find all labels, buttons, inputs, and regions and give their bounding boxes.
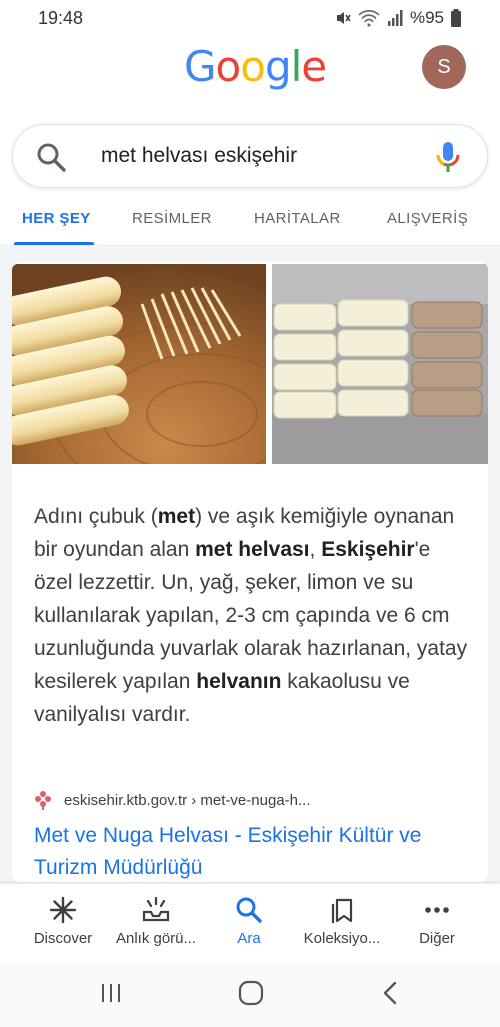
google-logo[interactable]: Google: [184, 42, 327, 91]
snippet-image-left[interactable]: [12, 264, 266, 464]
snippet-highlight: met helvası: [195, 538, 310, 561]
battery-icon: [451, 9, 461, 27]
snippet-segment: ,: [309, 538, 322, 561]
avatar[interactable]: S: [422, 45, 466, 89]
logo-letter: g: [264, 42, 292, 91]
status-icons: %95: [334, 8, 462, 28]
logo-letter: e: [301, 42, 327, 91]
nav-updates[interactable]: Anlık görü...: [106, 896, 206, 947]
system-navigation-bar: [0, 962, 500, 1027]
home-icon[interactable]: [238, 980, 264, 1006]
result-url: eskisehir.ktb.gov.tr › met-ve-nuga-h...: [64, 791, 311, 809]
result-source[interactable]: eskisehir.ktb.gov.tr › met-ve-nuga-h...: [34, 790, 310, 810]
nav-more-label: Diğer: [419, 930, 455, 947]
nav-search-label: Ara: [237, 930, 261, 947]
logo-letter: o: [215, 42, 242, 91]
avatar-letter: S: [437, 55, 451, 78]
snippet-image-right[interactable]: [272, 264, 488, 464]
nav-collections[interactable]: Koleksiyo...: [292, 896, 392, 947]
tab-resimler[interactable]: RESİMLER: [132, 210, 212, 227]
asterisk-icon: [49, 896, 77, 924]
nav-search[interactable]: Ara: [199, 896, 299, 947]
battery-level: %95: [409, 8, 444, 27]
recent-apps-icon[interactable]: [100, 982, 122, 1004]
logo-letter: o: [240, 42, 266, 91]
search-tabs: HER ŞEY RESİMLER HARİTALAR ALIŞVERİŞ: [0, 200, 500, 246]
snippet-highlight: met: [157, 505, 196, 528]
status-time: 19:48: [38, 7, 84, 28]
active-tab-indicator: [14, 242, 94, 245]
nav-collections-label: Koleksiyo...: [303, 930, 381, 947]
snippet-highlight: Eskişehir: [321, 538, 415, 561]
search-input[interactable]: met helvası eskişehir: [101, 144, 297, 168]
site-favicon-icon: [35, 791, 51, 810]
featured-snippet-card: Adını çubuk (met) ve aşık kemiğiyle oyna…: [12, 262, 488, 882]
result-title-link[interactable]: Met ve Nuga Helvası - Eskişehir Kültür v…: [34, 820, 474, 882]
tab-her-sey[interactable]: HER ŞEY: [22, 210, 91, 227]
search-icon: [236, 897, 262, 923]
logo-letter: G: [184, 42, 217, 91]
bottom-navigation: Discover Anlık görü... Ara Koleksiyo... …: [0, 883, 500, 961]
microphone-icon[interactable]: [435, 141, 461, 173]
status-bar: 19:48 %95: [0, 0, 500, 36]
header: Google S: [0, 36, 500, 108]
search-icon[interactable]: [35, 141, 67, 173]
nav-updates-label: Anlık görü...: [115, 930, 197, 947]
wifi-icon: [358, 10, 380, 27]
inbox-updates-icon: [142, 896, 170, 922]
nav-discover-label: Discover: [33, 930, 93, 947]
search-box[interactable]: met helvası eskişehir: [12, 124, 488, 188]
signal-icon: [387, 10, 403, 26]
more-dots-icon: [425, 907, 449, 913]
nav-more[interactable]: Diğer: [387, 896, 487, 947]
mute-icon: [336, 12, 351, 24]
logo-letter: l: [290, 42, 303, 91]
tab-alisveris[interactable]: ALIŞVERİŞ: [387, 210, 468, 227]
tab-haritalar[interactable]: HARİTALAR: [254, 210, 341, 227]
snippet-segment: Adını çubuk (: [34, 505, 158, 528]
collections-icon: [331, 898, 353, 923]
snippet-text: Adını çubuk (met) ve aşık kemiğiyle oyna…: [34, 500, 474, 731]
back-icon[interactable]: [380, 980, 400, 1006]
nav-discover[interactable]: Discover: [13, 896, 113, 947]
snippet-highlight: helvanın: [196, 670, 282, 693]
